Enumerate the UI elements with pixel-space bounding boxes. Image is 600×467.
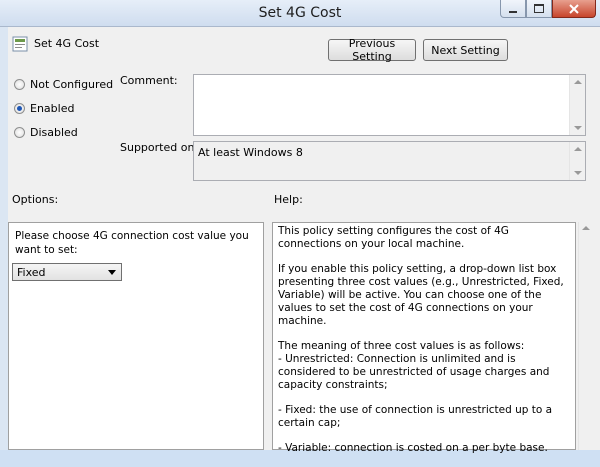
scroll-up-icon[interactable] [574,80,582,84]
policy-name: Set 4G Cost [34,37,100,50]
help-paragraph: This policy setting configures the cost … [278,225,509,250]
window-border [0,27,8,450]
cost-dropdown-value: Fixed [17,266,46,279]
radio-circle [14,79,25,90]
radio-circle-selected [14,103,25,114]
enabled-radio[interactable]: Enabled [14,102,74,115]
supported-scrollbar[interactable] [569,142,585,180]
scroll-up-icon[interactable] [574,147,582,151]
help-paragraph: - Variable: connection is costed on a pe… [278,442,548,454]
enabled-label: Enabled [30,102,75,115]
policy-setting-icon [12,36,28,52]
cost-dropdown[interactable]: Fixed [12,263,122,281]
supported-on-value: At least Windows 8 [198,146,303,159]
scroll-down-icon[interactable] [574,171,582,175]
disabled-radio[interactable]: Disabled [14,126,78,139]
previous-setting-button[interactable]: Previous Setting [328,37,416,63]
not-configured-radio[interactable]: Not Configured [14,78,113,91]
chevron-down-icon [108,270,116,275]
options-prompt: Please choose 4G connection cost value y… [15,230,249,256]
help-text: This policy setting configures the cost … [278,225,567,467]
radio-dot-icon [17,106,22,111]
supported-on-label: Supported on: [120,141,199,154]
window-controls [500,0,596,18]
maximize-button[interactable] [526,0,552,18]
scroll-down-icon[interactable] [574,126,582,130]
options-label: Options: [12,193,59,206]
help-label: Help: [274,193,303,206]
comment-textarea[interactable] [193,74,586,136]
comment-scrollbar[interactable] [569,75,585,135]
scroll-up-icon[interactable] [582,226,590,230]
title-bar: Set 4G Cost [0,0,600,27]
help-paragraph: - Fixed: the use of connection is unrest… [278,404,553,429]
help-paragraph: The meaning of three cost values is as f… [278,340,550,391]
supported-on-field: At least Windows 8 [193,141,586,181]
minimize-button[interactable] [500,0,526,18]
help-paragraph: If you enable this policy setting, a dro… [278,263,564,327]
disabled-label: Disabled [30,126,78,139]
options-panel: Please choose 4G connection cost value y… [8,222,264,450]
next-setting-button[interactable]: Next Setting [423,39,508,61]
close-button[interactable] [552,0,596,18]
minimize-icon [509,10,517,13]
help-scrollbar[interactable] [578,222,595,450]
radio-circle [14,127,25,138]
help-panel: This policy setting configures the cost … [272,222,576,454]
comment-label: Comment: [120,74,178,87]
close-icon [569,3,579,14]
maximize-icon [534,4,544,13]
not-configured-label: Not Configured [30,78,114,91]
